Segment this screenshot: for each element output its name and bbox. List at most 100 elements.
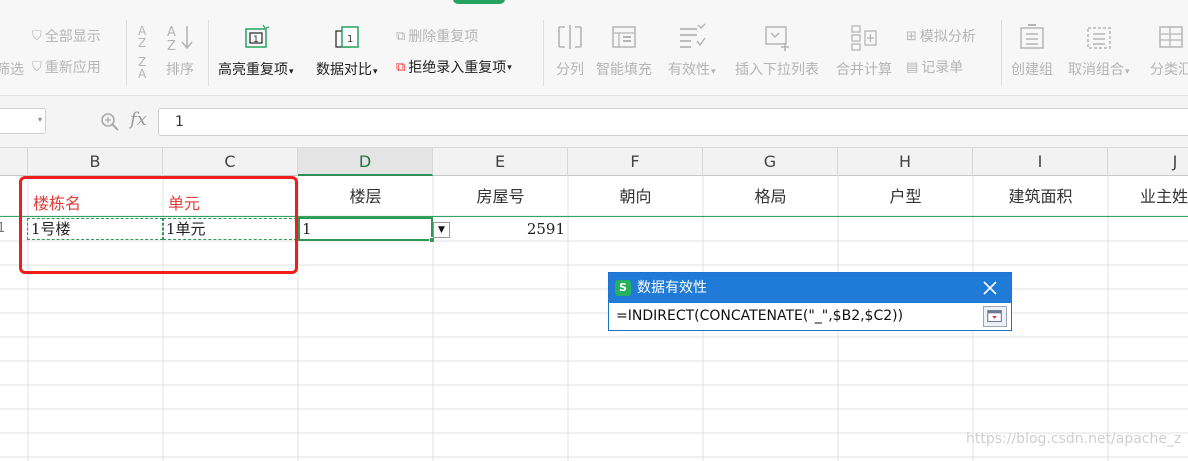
close-icon[interactable]: [981, 279, 999, 297]
cell-d1[interactable]: 楼层: [298, 176, 433, 216]
insert-function-button[interactable]: fx: [130, 109, 147, 130]
record-form-label: 记录单: [921, 60, 964, 76]
formula-input[interactable]: 1: [158, 108, 1188, 136]
range-picker-button[interactable]: [983, 306, 1007, 327]
sort-za-icon[interactable]: ZA: [138, 56, 149, 80]
svg-text:Z: Z: [167, 39, 176, 51]
split-columns-icon: [558, 25, 582, 49]
subtotal-label: 分类汇: [1150, 62, 1188, 78]
what-if-analysis-button[interactable]: ⊞ 模拟分析: [906, 28, 976, 46]
divider: [208, 20, 209, 86]
cell-f1[interactable]: 朝向: [568, 176, 703, 216]
record-form-button[interactable]: ▤ 记录单: [906, 59, 963, 77]
insert-dropdown-list-icon: [765, 26, 789, 51]
highlight-duplicates-button[interactable]: 1 高亮重复项▾: [218, 24, 294, 81]
delete-duplicates-button[interactable]: ⧉ 删除重复项: [396, 28, 478, 46]
cell-e1[interactable]: 房屋号: [433, 176, 568, 216]
insert-dropdown-list-button[interactable]: 插入下拉列表: [735, 26, 819, 79]
consolidate-button[interactable]: 合并计算: [836, 25, 892, 79]
cell-dropdown-button[interactable]: ▼: [433, 222, 450, 238]
sort-label: 排序: [166, 62, 194, 78]
annotation-highlight-box: [19, 176, 298, 274]
data-validation-button[interactable]: 有效性▾: [668, 23, 716, 81]
active-tab-indicator: [453, 0, 505, 4]
formula-bar: ▾ fx 1: [0, 96, 1188, 148]
smart-fill-icon: [612, 26, 636, 48]
validation-formula-input[interactable]: =INDIRECT(CONCATENATE("_",$B2,$C2)): [609, 303, 979, 330]
sort-button[interactable]: AZ 排序: [166, 25, 194, 79]
show-all-button[interactable]: ⛉ 全部显示: [32, 28, 101, 46]
active-cell-cursor[interactable]: [298, 217, 433, 241]
dialog-title-bar[interactable]: S 数据有效性: [609, 273, 1011, 303]
delete-duplicates-icon: ⧉: [396, 29, 406, 44]
cell-h1[interactable]: 户型: [838, 176, 973, 216]
column-header-i[interactable]: I: [973, 148, 1108, 176]
funnel-refresh-icon: ⛉: [32, 60, 42, 75]
smart-fill-button[interactable]: 智能填充: [596, 26, 652, 79]
svg-text:1: 1: [253, 35, 259, 45]
reject-duplicates-icon: ⧉: [396, 60, 406, 75]
column-header-j[interactable]: J: [1108, 148, 1188, 176]
create-group-label: 创建组: [1011, 62, 1053, 78]
wps-sheet-logo-icon: S: [615, 280, 631, 296]
ribbon-toolbar: ⁄ 筛选 ⛉全部显示 ⛉重新应用 AZ ZA AZ 排序 1 高亮重复项▾ 1 …: [0, 0, 1188, 96]
record-form-icon: ▤: [906, 60, 919, 75]
data-validation-icon: [679, 23, 706, 48]
zoom-search-icon[interactable]: [100, 112, 120, 132]
divider: [543, 20, 544, 86]
cell-e2[interactable]: 2591: [433, 218, 565, 240]
highlight-duplicates-label: 高亮重复项: [218, 62, 288, 78]
reapply-button[interactable]: ⛉ 重新应用: [32, 59, 101, 77]
consolidate-label: 合并计算: [836, 62, 892, 78]
cell-j1[interactable]: 业主姓: [1108, 176, 1188, 216]
data-compare-button[interactable]: 1 数据对比▾: [316, 26, 378, 81]
data-compare-icon: 1: [335, 26, 359, 48]
svg-text:1: 1: [347, 34, 353, 45]
sort-az-icon[interactable]: AZ: [138, 25, 149, 49]
row-number-2[interactable]: 1: [0, 218, 7, 240]
what-if-analysis-label: 模拟分析: [919, 29, 976, 45]
divider: [1001, 20, 1002, 86]
data-validation-label: 有效性: [668, 62, 710, 78]
subtotal-button[interactable]: 分类汇: [1150, 26, 1188, 79]
create-group-icon: [1020, 24, 1044, 49]
row-header-corner[interactable]: [0, 148, 28, 176]
consolidate-icon: [851, 25, 877, 51]
reapply-label: 重新应用: [44, 60, 101, 76]
filter-button[interactable]: 筛选: [0, 61, 24, 79]
column-header-e[interactable]: E: [433, 148, 568, 176]
column-header-h[interactable]: H: [838, 148, 973, 176]
ungroup-label: 取消组合: [1068, 62, 1124, 78]
column-header-f[interactable]: F: [568, 148, 703, 176]
ungroup-icon: [1087, 27, 1111, 49]
show-all-label: 全部显示: [44, 29, 101, 45]
column-header-b[interactable]: B: [28, 148, 163, 176]
column-header-d[interactable]: D: [298, 148, 433, 176]
sort-icon: AZ: [167, 25, 193, 51]
chevron-down-icon: ▼: [438, 225, 445, 235]
data-validation-dialog: S 数据有效性 =INDIRECT(CONCATENATE("_",$B2,$C…: [608, 272, 1012, 331]
split-columns-label: 分列: [556, 62, 584, 78]
column-header-g[interactable]: G: [703, 148, 838, 176]
highlight-duplicates-icon: 1: [245, 24, 269, 48]
name-box[interactable]: ▾: [0, 108, 46, 134]
svg-text:A: A: [167, 25, 176, 40]
cell-g1[interactable]: 格局: [703, 176, 838, 216]
delete-duplicates-label: 删除重复项: [408, 29, 479, 45]
collapse-dialog-icon: [987, 310, 1002, 323]
split-columns-button[interactable]: 分列: [556, 25, 584, 79]
insert-dropdown-list-label: 插入下拉列表: [735, 62, 819, 78]
ungroup-button[interactable]: 取消组合▾: [1068, 27, 1130, 81]
filter-label: 筛选: [0, 62, 24, 78]
column-header-c[interactable]: C: [163, 148, 298, 176]
dialog-title: 数据有效性: [637, 280, 707, 296]
funnel-clear-icon: ⛉: [32, 29, 42, 44]
reject-duplicates-button[interactable]: ⧉ 拒绝录入重复项 ▾: [396, 59, 512, 77]
create-group-button[interactable]: 创建组: [1011, 24, 1053, 79]
smart-fill-label: 智能填充: [596, 62, 652, 78]
cell-i1[interactable]: 建筑面积: [973, 176, 1108, 216]
data-compare-label: 数据对比: [316, 62, 372, 78]
what-if-analysis-icon: ⊞: [906, 29, 917, 44]
watermark: https://blog.csdn.net/apache_z: [966, 431, 1182, 447]
subtotal-icon: [1159, 26, 1183, 48]
